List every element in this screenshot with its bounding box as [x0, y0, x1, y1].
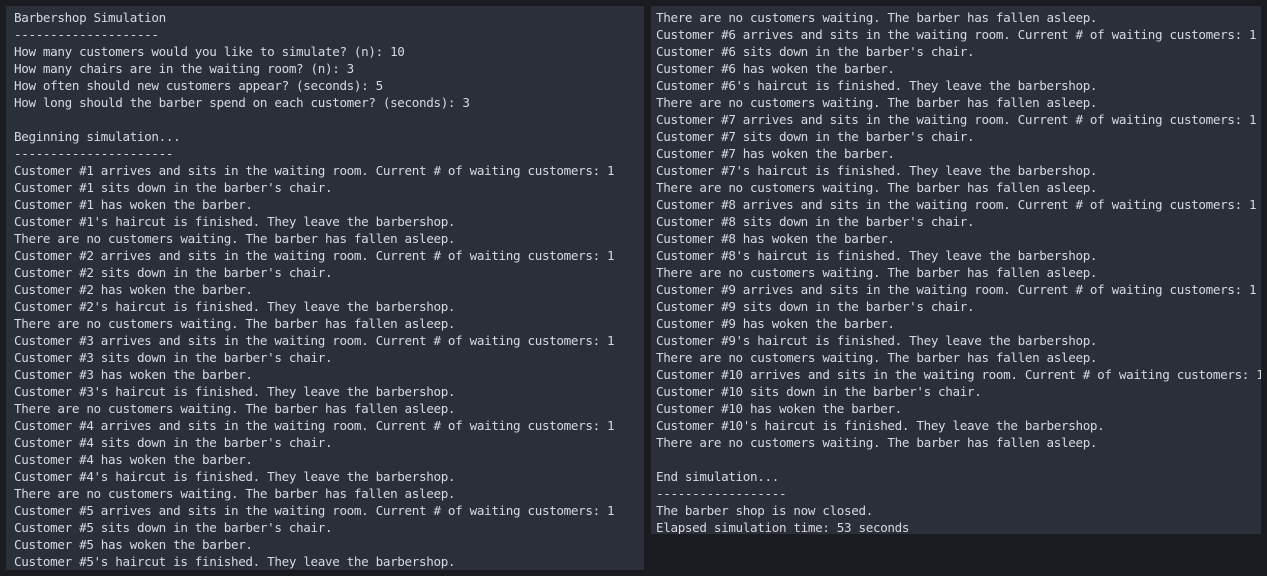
- terminal-line: Customer #1 has woken the barber.: [14, 197, 253, 212]
- terminal-line: ------------------: [656, 486, 787, 501]
- terminal-line: There are no customers waiting. The barb…: [656, 435, 1098, 450]
- terminal-line: Customer #5 arrives and sits in the wait…: [14, 503, 615, 518]
- terminal-line: Customer #2's haircut is finished. They …: [14, 299, 456, 314]
- terminal-line: Customer #1 arrives and sits in the wait…: [14, 163, 615, 178]
- terminal-line: Barbershop Simulation: [14, 10, 166, 25]
- terminal-line: Customer #5's haircut is finished. They …: [14, 554, 456, 569]
- terminal-line: There are no customers waiting. The barb…: [656, 265, 1098, 280]
- terminal-line: --------------------: [14, 27, 159, 42]
- terminal-line: Customer #7's haircut is finished. They …: [656, 163, 1098, 178]
- terminal-line: How often should new customers appear? (…: [14, 78, 383, 93]
- terminal-line: Customer #7 arrives and sits in the wait…: [656, 112, 1257, 127]
- terminal-line: Customer #4 has woken the barber.: [14, 452, 253, 467]
- terminal-line: Customer #6 sits down in the barber's ch…: [656, 44, 975, 59]
- terminal-line: Customer #4 sits down in the barber's ch…: [14, 435, 333, 450]
- terminal-line: Customer #10 sits down in the barber's c…: [656, 384, 982, 399]
- terminal-line: Customer #3 arrives and sits in the wait…: [14, 333, 615, 348]
- terminal-line: There are no customers waiting. The barb…: [14, 486, 456, 501]
- terminal-line: Customer #4's haircut is finished. They …: [14, 469, 456, 484]
- terminal-line: The barber shop is now closed.: [656, 503, 873, 518]
- terminal-line: Customer #5 has woken the barber.: [14, 537, 253, 552]
- terminal-line: There are no customers waiting. The barb…: [656, 180, 1098, 195]
- terminal-line: How many customers would you like to sim…: [14, 44, 405, 59]
- terminal-line: Beginning simulation...: [14, 129, 181, 144]
- terminal-line: Customer #6 has woken the barber.: [656, 61, 895, 76]
- terminal-line: Customer #1 sits down in the barber's ch…: [14, 180, 333, 195]
- terminal-line: Customer #8's haircut is finished. They …: [656, 248, 1098, 263]
- terminal-line: Customer #1's haircut is finished. They …: [14, 214, 456, 229]
- terminal-line: Customer #2 sits down in the barber's ch…: [14, 265, 333, 280]
- terminal-output-right[interactable]: There are no customers waiting. The barb…: [651, 6, 1261, 534]
- terminal-line: Customer #9 sits down in the barber's ch…: [656, 299, 975, 314]
- terminal-line: There are no customers waiting. The barb…: [656, 10, 1098, 25]
- terminal-line: Customer #3 has woken the barber.: [14, 367, 253, 382]
- terminal-line: Customer #6 arrives and sits in the wait…: [656, 27, 1257, 42]
- terminal-line: Customer #10 arrives and sits in the wai…: [656, 367, 1261, 382]
- terminal-line: Customer #10's haircut is finished. They…: [656, 418, 1105, 433]
- terminal-line: How many chairs are in the waiting room?…: [14, 61, 354, 76]
- terminal-line: There are no customers waiting. The barb…: [14, 231, 456, 246]
- terminal-line: Customer #3's haircut is finished. They …: [14, 384, 456, 399]
- terminal-line: Elapsed simulation time: 53 seconds: [656, 520, 910, 534]
- terminal-line: There are no customers waiting. The barb…: [656, 350, 1098, 365]
- terminal-line: Customer #9 has woken the barber.: [656, 316, 895, 331]
- terminal-line: Customer #10 has woken the barber.: [656, 401, 902, 416]
- terminal-line: Customer #8 arrives and sits in the wait…: [656, 197, 1257, 212]
- terminal-line: Customer #7 has woken the barber.: [656, 146, 895, 161]
- terminal-line: There are no customers waiting. The barb…: [656, 95, 1098, 110]
- terminal-line: There are no customers waiting. The barb…: [14, 316, 456, 331]
- terminal-line: Customer #7 sits down in the barber's ch…: [656, 129, 975, 144]
- terminal-line: There are no customers waiting. The barb…: [14, 401, 456, 416]
- terminal-line: How long should the barber spend on each…: [14, 95, 470, 110]
- terminal-line: ----------------------: [14, 146, 174, 161]
- terminal-line: End simulation...: [656, 469, 779, 484]
- terminal-line: Customer #3 sits down in the barber's ch…: [14, 350, 333, 365]
- terminal-line: Customer #8 has woken the barber.: [656, 231, 895, 246]
- terminal-line: Customer #6's haircut is finished. They …: [656, 78, 1098, 93]
- terminal-line: Customer #9's haircut is finished. They …: [656, 333, 1098, 348]
- terminal-line: Customer #2 has woken the barber.: [14, 282, 253, 297]
- terminal-line: Customer #4 arrives and sits in the wait…: [14, 418, 615, 433]
- terminal-line: Customer #5 sits down in the barber's ch…: [14, 520, 333, 535]
- terminal-line: Customer #2 arrives and sits in the wait…: [14, 248, 615, 263]
- terminal-line: Customer #9 arrives and sits in the wait…: [656, 282, 1257, 297]
- terminal-output-left[interactable]: Barbershop Simulation -------------------…: [6, 6, 644, 570]
- terminal-line: Customer #8 sits down in the barber's ch…: [656, 214, 975, 229]
